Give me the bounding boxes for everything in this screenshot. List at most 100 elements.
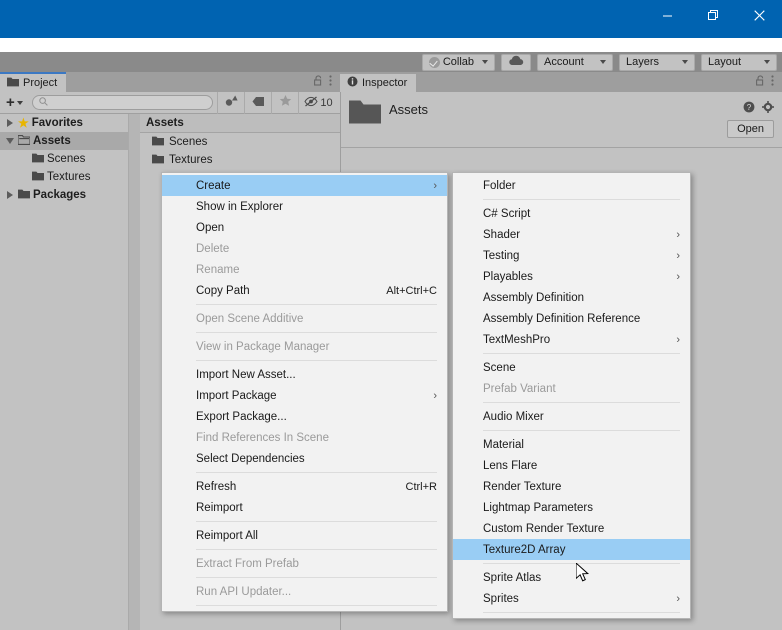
menu-item-label: View in Package Manager — [196, 340, 330, 353]
menu-item-open[interactable]: Open — [162, 217, 447, 238]
chevron-down-icon — [764, 60, 770, 64]
menu-item-refresh[interactable]: Refresh Ctrl+R — [162, 476, 447, 497]
menu-item-import-new-asset[interactable]: Import New Asset... — [162, 364, 447, 385]
tab-project[interactable]: Project — [0, 72, 67, 92]
menu-item-label: Copy Path — [196, 284, 250, 297]
chevron-right-icon: › — [676, 228, 680, 241]
menu-separator — [196, 521, 437, 522]
help-icon[interactable]: ? — [743, 100, 755, 118]
menu-item-c-script[interactable]: C# Script — [453, 203, 690, 224]
menu-item-label: Find References In Scene — [196, 431, 329, 444]
menu-item-render-texture[interactable]: Render Texture — [453, 476, 690, 497]
tree-item-packages[interactable]: Packages — [0, 186, 140, 204]
menu-item-show-in-explorer[interactable]: Show in Explorer — [162, 196, 447, 217]
menu-item-reimport-all[interactable]: Reimport All — [162, 525, 447, 546]
restore-button[interactable] — [690, 0, 736, 30]
hidden-count-label: 10 — [320, 96, 333, 109]
menu-item-label: Select Dependencies — [196, 452, 305, 465]
chevron-down-icon — [16, 100, 23, 105]
chevron-down-icon — [600, 60, 606, 64]
menu-item-textmeshpro[interactable]: TextMeshPro › — [453, 329, 690, 350]
star-icon — [279, 94, 292, 112]
tree-item-scenes[interactable]: Scenes — [0, 150, 140, 168]
folder-open-icon — [17, 134, 31, 148]
menu-item-lens-flare[interactable]: Lens Flare — [453, 455, 690, 476]
menu-item-shortcut: Alt+Ctrl+C — [386, 284, 437, 297]
folder-icon — [32, 153, 44, 166]
triangle-down-icon[interactable] — [4, 138, 15, 144]
menu-item-assembly-definition[interactable]: Assembly Definition — [453, 287, 690, 308]
menu-item-material[interactable]: Material — [453, 434, 690, 455]
cloud-button[interactable] — [501, 53, 531, 71]
menu-item-label: C# Script — [483, 207, 531, 220]
menu-item-extract-from-prefab: Extract From Prefab — [162, 553, 447, 574]
unity-toolbar: Collab Account Layers Layout — [0, 52, 782, 72]
tree-item-label: Textures — [47, 171, 91, 183]
account-label: Account — [544, 55, 584, 68]
project-tab-icons — [314, 72, 340, 92]
menu-item-sprite-atlas[interactable]: Sprite Atlas — [453, 567, 690, 588]
menu-separator — [483, 430, 680, 431]
label-tag-icon — [252, 94, 265, 112]
eye-off-icon — [304, 96, 318, 110]
menu-item-assembly-definition-reference[interactable]: Assembly Definition Reference — [453, 308, 690, 329]
hidden-packages-count[interactable]: 10 — [298, 91, 338, 114]
menu-item-scene[interactable]: Scene — [453, 357, 690, 378]
create-asset-button[interactable]: + — [2, 94, 28, 112]
chevron-right-icon: › — [676, 270, 680, 283]
search-input[interactable] — [31, 95, 213, 110]
menu-item-playables[interactable]: Playables › — [453, 266, 690, 287]
layers-button[interactable]: Layers — [619, 53, 695, 71]
menu-item-shader[interactable]: Shader › — [453, 224, 690, 245]
asset-item[interactable]: Textures — [140, 151, 340, 169]
tab-inspector[interactable]: Inspector — [340, 72, 417, 92]
chevron-right-icon: › — [676, 249, 680, 262]
gear-icon[interactable] — [762, 100, 774, 118]
lock-open-icon[interactable] — [314, 73, 323, 91]
menu-item-testing[interactable]: Testing › — [453, 245, 690, 266]
inspector-panel-tabstrip: Inspector — [340, 72, 782, 92]
menu-item-audio-mixer[interactable]: Audio Mixer — [453, 406, 690, 427]
menu-item-label: Prefab Variant — [483, 382, 556, 395]
menu-item-prefab-variant: Prefab Variant — [453, 378, 690, 399]
menu-item-sprites[interactable]: Sprites › — [453, 588, 690, 609]
filter-by-label-button[interactable] — [244, 91, 271, 114]
kebab-menu-icon[interactable] — [771, 73, 774, 91]
menu-item-texture2d-array[interactable]: Texture2D Array — [453, 539, 690, 560]
menu-item-folder[interactable]: Folder — [453, 175, 690, 196]
menu-item-view-in-package-manager: View in Package Manager — [162, 336, 447, 357]
tree-item-assets[interactable]: Assets — [0, 132, 140, 150]
tree-item-textures[interactable]: Textures — [0, 168, 140, 186]
filter-by-favorite-button[interactable] — [271, 91, 298, 114]
layout-button[interactable]: Layout — [701, 53, 777, 71]
chevron-down-icon — [482, 60, 488, 64]
menu-item-export-package[interactable]: Export Package... — [162, 406, 447, 427]
menu-item-copy-path[interactable]: Copy Path Alt+Ctrl+C — [162, 280, 447, 301]
close-button[interactable] — [736, 0, 782, 30]
svg-text:?: ? — [747, 103, 752, 112]
menu-item-select-dependencies[interactable]: Select Dependencies — [162, 448, 447, 469]
account-button[interactable]: Account — [537, 53, 613, 71]
triangle-right-icon[interactable] — [4, 119, 15, 127]
asset-context-menu: Create › Show in Explorer Open Delete Rename C… — [161, 172, 448, 612]
menu-item-delete: Delete — [162, 238, 447, 259]
lock-open-icon[interactable] — [756, 73, 765, 91]
folder-icon — [349, 99, 381, 130]
menu-item-run-api-updater: Run API Updater... — [162, 581, 447, 602]
triangle-right-icon[interactable] — [4, 191, 15, 199]
menu-item-create[interactable]: Create › — [162, 175, 447, 196]
minimize-button[interactable] — [644, 0, 690, 30]
menu-item-label: Render Texture — [483, 480, 562, 493]
kebab-menu-icon[interactable] — [329, 73, 332, 91]
tree-item-favorites[interactable]: ★ Favorites — [0, 114, 140, 132]
menu-separator — [196, 304, 437, 305]
collab-button[interactable]: Collab — [421, 53, 495, 71]
menu-item-import-package[interactable]: Import Package › — [162, 385, 447, 406]
asset-item[interactable]: Scenes — [140, 133, 340, 151]
menu-item-lightmap-parameters[interactable]: Lightmap Parameters — [453, 497, 690, 518]
menu-item-custom-render-texture[interactable]: Custom Render Texture — [453, 518, 690, 539]
open-button[interactable]: Open — [727, 120, 774, 138]
menu-item-reimport[interactable]: Reimport — [162, 497, 447, 518]
project-tree-scrollbar[interactable] — [128, 114, 140, 630]
filter-by-type-button[interactable] — [217, 91, 244, 114]
